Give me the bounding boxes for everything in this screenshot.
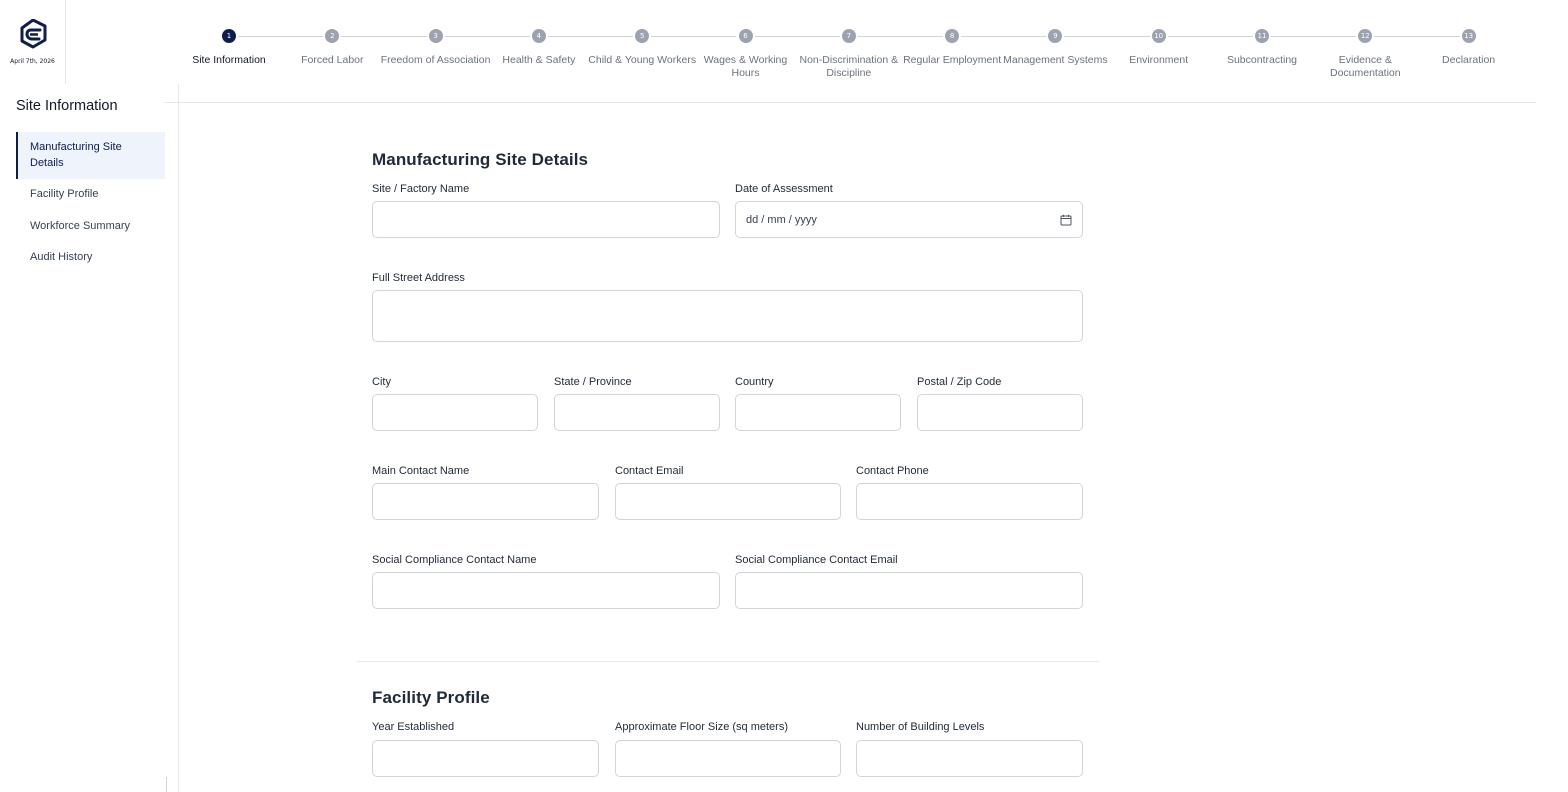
step-13[interactable]: 13 Declaration	[1414, 29, 1524, 67]
step-11[interactable]: 11 Subcontracting	[1207, 29, 1317, 67]
contact-phone-label: Contact Phone	[856, 465, 929, 477]
step-number-badge: 3	[428, 29, 443, 43]
step-number-badge: 9	[1048, 29, 1063, 43]
step-label: Declaration	[1442, 54, 1496, 66]
contact-email-input[interactable]	[615, 483, 841, 520]
building-levels-input[interactable]	[856, 740, 1083, 777]
city-label: City	[372, 376, 391, 388]
step-5[interactable]: 5 Child & Young Workers	[587, 29, 697, 67]
scroll-indicator	[166, 777, 167, 792]
report-date: April 7th, 2026	[10, 58, 55, 65]
date-of-assessment-input[interactable]: dd / mm / yyyy	[735, 201, 1083, 238]
step-4[interactable]: 4 Health & Safety	[484, 29, 594, 67]
step-number-badge: 4	[531, 29, 546, 43]
sidebar: Site Information Manufacturing Site Deta…	[0, 84, 179, 792]
step-label: Health & Safety	[502, 54, 576, 66]
address-label: Full Street Address	[372, 272, 465, 284]
social-contact-email-label: Social Compliance Contact Email	[735, 554, 898, 566]
step-label: Regular Employment	[903, 54, 1002, 66]
step-1[interactable]: 1 Site Information	[174, 29, 284, 67]
step-number-badge: 1	[222, 29, 236, 43]
calendar-icon[interactable]	[1060, 214, 1072, 226]
section-divider	[357, 661, 1099, 662]
step-number-badge: 10	[1151, 29, 1166, 43]
step-number-badge: 6	[738, 29, 753, 43]
step-label: Forced Labor	[301, 54, 364, 66]
country-label: Country	[735, 376, 774, 388]
contact-email-label: Contact Email	[615, 465, 684, 477]
step-number-badge: 11	[1255, 29, 1269, 43]
step-label: Child & Young Workers	[588, 54, 697, 66]
sidebar-item-manufacturing-site-details[interactable]: Manufacturing Site Details	[16, 132, 165, 179]
step-label: Evidence & Documentation	[1329, 54, 1401, 79]
social-contact-name-label: Social Compliance Contact Name	[372, 554, 537, 566]
step-12[interactable]: 12 Evidence & Documentation	[1310, 29, 1420, 80]
step-label: Environment	[1129, 54, 1189, 66]
postal-label: Postal / Zip Code	[917, 376, 1002, 388]
state-label: State / Province	[554, 376, 632, 388]
contact-name-input[interactable]	[372, 483, 599, 520]
section-title-manufacturing: Manufacturing Site Details	[372, 150, 589, 169]
step-number-badge: 2	[325, 29, 340, 43]
step-number-badge: 12	[1358, 29, 1373, 43]
brand-logo-icon	[20, 19, 46, 49]
step-8[interactable]: 8 Regular Employment	[897, 29, 1007, 67]
floor-size-input[interactable]	[615, 740, 841, 777]
sidebar-item-workforce-summary[interactable]: Workforce Summary	[16, 211, 165, 243]
progress-stepper: 1 Site Information 2 Forced Labor 3 Freedom o…	[164, 0, 1536, 103]
step-number-badge: 13	[1461, 29, 1476, 43]
sidebar-title: Site Information	[16, 98, 118, 114]
step-2[interactable]: 2 Forced Labor	[277, 29, 387, 67]
step-number-badge: 7	[841, 29, 856, 43]
date-label: Date of Assessment	[735, 183, 833, 195]
social-contact-name-input[interactable]	[372, 572, 720, 609]
state-input[interactable]	[554, 394, 720, 431]
sidebar-item-audit-history[interactable]: Audit History	[16, 242, 165, 274]
country-input[interactable]	[735, 394, 901, 431]
site-name-label: Site / Factory Name	[372, 183, 470, 195]
building-levels-label: Number of Building Levels	[856, 721, 985, 733]
sidebar-nav: Manufacturing Site Details Facility Prof…	[16, 132, 165, 274]
step-label: Non-Discrimination & Discipline	[799, 54, 899, 79]
sidebar-item-facility-profile[interactable]: Facility Profile	[16, 179, 165, 211]
step-label: Subcontracting	[1226, 54, 1298, 66]
postal-code-input[interactable]	[917, 394, 1083, 431]
step-label: Freedom of Association	[380, 54, 491, 66]
contact-name-label: Main Contact Name	[372, 465, 470, 477]
step-label: Management Systems	[1003, 54, 1108, 66]
step-3[interactable]: 3 Freedom of Association	[381, 29, 491, 67]
step-label: Wages & Working Hours	[703, 54, 788, 79]
step-10[interactable]: 10 Environment	[1104, 29, 1214, 67]
year-established-input[interactable]	[372, 740, 599, 777]
section-title-facility: Facility Profile	[372, 688, 490, 707]
app-root: April 7th, 2026 1 Site Information 2 Forced…	[0, 0, 1568, 792]
step-number-badge: 8	[945, 29, 960, 43]
step-number-badge: 5	[635, 29, 650, 43]
step-7[interactable]: 7 Non-Discrimination & Discipline	[794, 29, 904, 80]
step-label: Site Information	[192, 54, 266, 66]
social-contact-email-input[interactable]	[735, 572, 1083, 609]
date-placeholder: dd / mm / yyyy	[746, 213, 817, 226]
logo-block: April 7th, 2026	[0, 0, 66, 84]
street-address-input[interactable]	[372, 290, 1083, 342]
step-9[interactable]: 9 Management Systems	[1000, 29, 1110, 67]
step-6[interactable]: 6 Wages & Working Hours	[691, 29, 801, 80]
city-input[interactable]	[372, 394, 538, 431]
contact-phone-input[interactable]	[856, 483, 1083, 520]
year-established-label: Year Established	[372, 721, 455, 733]
floor-size-label: Approximate Floor Size (sq meters)	[615, 721, 788, 733]
site-name-input[interactable]	[372, 201, 720, 238]
